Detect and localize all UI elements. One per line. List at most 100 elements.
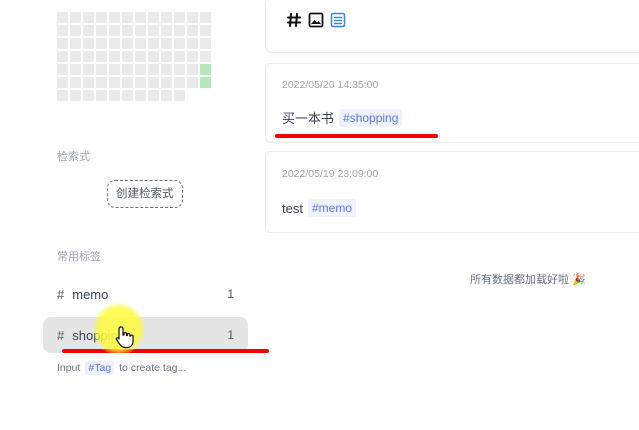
heatmap-cell[interactable] <box>122 25 133 36</box>
heatmap-cell[interactable] <box>70 77 81 88</box>
heatmap-cell[interactable] <box>57 25 68 36</box>
heatmap-cell[interactable] <box>174 12 185 23</box>
heatmap-cell[interactable] <box>148 12 159 23</box>
heatmap-cell[interactable] <box>122 38 133 49</box>
heatmap-cell[interactable] <box>96 12 107 23</box>
memo-card[interactable]: 2022/05/19 23:09:00 test #memo <box>265 151 639 233</box>
heatmap-cell[interactable] <box>57 64 68 75</box>
heatmap-cell[interactable] <box>83 38 94 49</box>
usage-heatmap <box>57 12 211 101</box>
heatmap-cell[interactable] <box>122 12 133 23</box>
heatmap-cell[interactable] <box>187 77 198 88</box>
heatmap-cell[interactable] <box>148 77 159 88</box>
heatmap-cell[interactable] <box>109 25 120 36</box>
heatmap-cell[interactable] <box>83 64 94 75</box>
heatmap-cell[interactable] <box>109 38 120 49</box>
heatmap-cell[interactable] <box>109 90 120 101</box>
image-icon[interactable] <box>308 12 324 28</box>
heatmap-cell[interactable] <box>57 90 68 101</box>
heatmap-cell[interactable] <box>161 51 172 62</box>
heatmap-cell[interactable] <box>83 51 94 62</box>
heatmap-cell[interactable] <box>161 12 172 23</box>
heatmap-cell[interactable] <box>174 90 185 101</box>
heatmap-cell <box>187 90 198 101</box>
heatmap-cell[interactable] <box>161 77 172 88</box>
heatmap-cell[interactable] <box>148 38 159 49</box>
heatmap-cell[interactable] <box>135 90 146 101</box>
heatmap-cell[interactable] <box>83 25 94 36</box>
heatmap-cell[interactable] <box>174 64 185 75</box>
heatmap-cell[interactable] <box>122 90 133 101</box>
heatmap-cell[interactable] <box>187 64 198 75</box>
heatmap-cell[interactable] <box>187 38 198 49</box>
memo-timestamp: 2022/05/20 14:35:00 <box>282 79 379 91</box>
heatmap-cell[interactable] <box>200 64 211 75</box>
heatmap-cell[interactable] <box>83 90 94 101</box>
heatmap-cell[interactable] <box>96 25 107 36</box>
heatmap-cell[interactable] <box>109 64 120 75</box>
heatmap-cell[interactable] <box>57 51 68 62</box>
heatmap-cell[interactable] <box>200 77 211 88</box>
memo-tag-link[interactable]: #shopping <box>339 108 403 127</box>
heatmap-cell[interactable] <box>135 51 146 62</box>
heatmap-cell[interactable] <box>96 64 107 75</box>
heatmap-cell[interactable] <box>161 25 172 36</box>
heatmap-cell[interactable] <box>83 77 94 88</box>
heatmap-cell[interactable] <box>200 51 211 62</box>
heatmap-cell[interactable] <box>109 51 120 62</box>
tag-hash: # <box>57 327 65 343</box>
heatmap-cell[interactable] <box>70 25 81 36</box>
heatmap-cell[interactable] <box>174 38 185 49</box>
heatmap-cell[interactable] <box>135 38 146 49</box>
heatmap-cell[interactable] <box>122 64 133 75</box>
heatmap-cell[interactable] <box>135 12 146 23</box>
heatmap-cell[interactable] <box>96 77 107 88</box>
heatmap-cell <box>200 90 211 101</box>
heatmap-cell[interactable] <box>57 12 68 23</box>
heatmap-cell[interactable] <box>200 38 211 49</box>
heatmap-cell[interactable] <box>174 77 185 88</box>
heatmap-cell[interactable] <box>187 25 198 36</box>
heatmap-cell[interactable] <box>135 25 146 36</box>
sidebar-tag-shopping[interactable]: # shopping 1 <box>43 317 248 353</box>
heatmap-cell[interactable] <box>174 51 185 62</box>
memo-card[interactable]: 2022/05/20 14:35:00 买一本书 #shopping <box>265 63 639 143</box>
heatmap-cell[interactable] <box>122 51 133 62</box>
heatmap-cell[interactable] <box>161 90 172 101</box>
heatmap-cell[interactable] <box>161 38 172 49</box>
create-query-button[interactable]: 创建检索式 <box>107 180 183 208</box>
heatmap-cell[interactable] <box>70 12 81 23</box>
heatmap-cell[interactable] <box>96 51 107 62</box>
sidebar-tag-memo[interactable]: # memo 1 <box>43 276 248 312</box>
heatmap-cell[interactable] <box>122 77 133 88</box>
heatmap-cell[interactable] <box>57 38 68 49</box>
hash-icon[interactable] <box>286 12 302 28</box>
tag-hash: # <box>57 286 65 302</box>
heatmap-cell[interactable] <box>200 25 211 36</box>
memo-editor[interactable] <box>265 0 639 53</box>
heatmap-cell[interactable] <box>96 38 107 49</box>
heatmap-cell[interactable] <box>174 25 185 36</box>
list-icon[interactable] <box>330 12 346 28</box>
heatmap-cell[interactable] <box>161 64 172 75</box>
heatmap-cell[interactable] <box>187 51 198 62</box>
tag-hint-prefix: Input <box>57 362 81 374</box>
heatmap-cell[interactable] <box>83 12 94 23</box>
heatmap-cell[interactable] <box>148 51 159 62</box>
heatmap-cell[interactable] <box>135 64 146 75</box>
heatmap-cell[interactable] <box>70 90 81 101</box>
heatmap-cell[interactable] <box>70 64 81 75</box>
heatmap-cell[interactable] <box>70 38 81 49</box>
heatmap-cell[interactable] <box>200 12 211 23</box>
memo-tag-link[interactable]: #memo <box>307 199 356 217</box>
heatmap-cell[interactable] <box>109 12 120 23</box>
heatmap-cell[interactable] <box>148 90 159 101</box>
heatmap-cell[interactable] <box>96 90 107 101</box>
heatmap-cell[interactable] <box>187 12 198 23</box>
heatmap-cell[interactable] <box>148 64 159 75</box>
heatmap-cell[interactable] <box>135 77 146 88</box>
heatmap-cell[interactable] <box>57 77 68 88</box>
heatmap-cell[interactable] <box>70 51 81 62</box>
heatmap-cell[interactable] <box>148 25 159 36</box>
heatmap-cell[interactable] <box>109 77 120 88</box>
